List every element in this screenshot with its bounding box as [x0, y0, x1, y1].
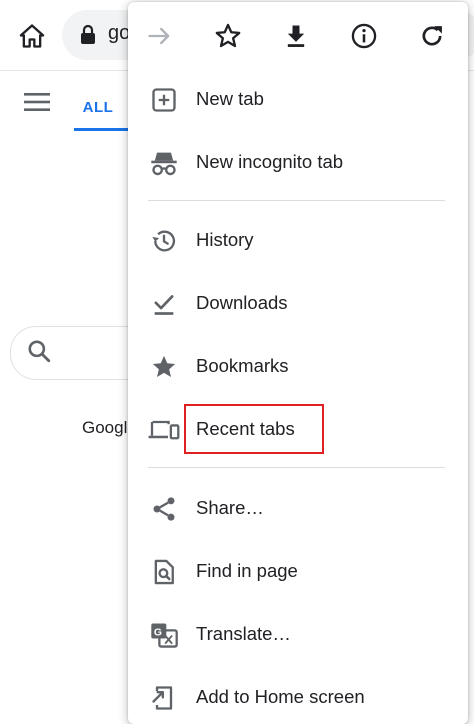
- url-text[interactable]: go: [108, 22, 130, 45]
- menu-item-label: History: [196, 229, 254, 250]
- incognito-icon: [148, 149, 180, 177]
- devices-icon: [148, 416, 180, 444]
- menu-item-add-to-home-screen[interactable]: Add to Home screen: [128, 670, 468, 724]
- menu-item-new-incognito-tab[interactable]: New incognito tab: [128, 135, 468, 191]
- menu-item-label: New tab: [196, 88, 264, 109]
- lock-icon: [81, 24, 95, 44]
- google-footer-text: Googl: [82, 418, 128, 437]
- add-to-home-screen-icon: [148, 684, 180, 712]
- menu-item-new-tab[interactable]: New tab: [128, 72, 468, 128]
- hamburger-icon[interactable]: [24, 92, 50, 112]
- menu-item-label: Find in page: [196, 560, 298, 581]
- home-icon: [19, 24, 45, 48]
- menu-item-label: Translate…: [196, 623, 291, 644]
- menu-item-label: Share…: [196, 497, 264, 518]
- share-icon: [148, 495, 180, 523]
- menu-item-find-in-page[interactable]: Find in page: [128, 544, 468, 600]
- downloads-check-icon: [148, 290, 180, 318]
- tab-all[interactable]: ALL: [74, 84, 122, 130]
- menu-item-bookmarks[interactable]: Bookmarks: [128, 339, 468, 395]
- page-info-button[interactable]: [344, 16, 384, 56]
- find-in-page-icon: [148, 558, 180, 586]
- search-icon: [28, 340, 51, 363]
- browser-screen: go ALL Googl New tab New incognito tab H…: [0, 0, 474, 724]
- info-icon: [351, 23, 377, 49]
- menu-divider: [148, 467, 445, 468]
- star-outline-icon: [215, 23, 241, 48]
- forward-button[interactable]: [140, 16, 180, 56]
- menu-item-label: Add to Home screen: [196, 686, 365, 707]
- active-tab-indicator: [74, 128, 128, 131]
- download-page-button[interactable]: [276, 16, 316, 56]
- menu-item-translate[interactable]: G Translate…: [128, 607, 468, 663]
- translate-icon: G: [148, 621, 180, 649]
- menu-item-share[interactable]: Share…: [128, 481, 468, 537]
- reload-icon: [422, 26, 442, 46]
- forward-arrow-icon: [148, 27, 170, 45]
- bookmark-star-icon: [148, 353, 180, 381]
- menu-item-label: Recent tabs: [196, 418, 295, 439]
- menu-item-downloads[interactable]: Downloads: [128, 276, 468, 332]
- reload-button[interactable]: [412, 16, 452, 56]
- download-icon: [287, 25, 305, 47]
- overflow-menu: New tab New incognito tab History Downlo…: [128, 2, 468, 724]
- menu-item-history[interactable]: History: [128, 213, 468, 269]
- menu-item-label: Downloads: [196, 292, 288, 313]
- new-tab-icon: [148, 86, 180, 114]
- menu-item-recent-tabs[interactable]: Recent tabs: [128, 402, 468, 458]
- menu-divider: [148, 200, 445, 201]
- menu-item-label: Bookmarks: [196, 355, 289, 376]
- menu-item-label: New incognito tab: [196, 151, 344, 172]
- bookmark-page-button[interactable]: [208, 16, 248, 56]
- home-button[interactable]: [12, 16, 52, 56]
- history-icon: [148, 227, 180, 255]
- svg-text:G: G: [154, 628, 162, 639]
- menu-toolbar: [128, 2, 468, 72]
